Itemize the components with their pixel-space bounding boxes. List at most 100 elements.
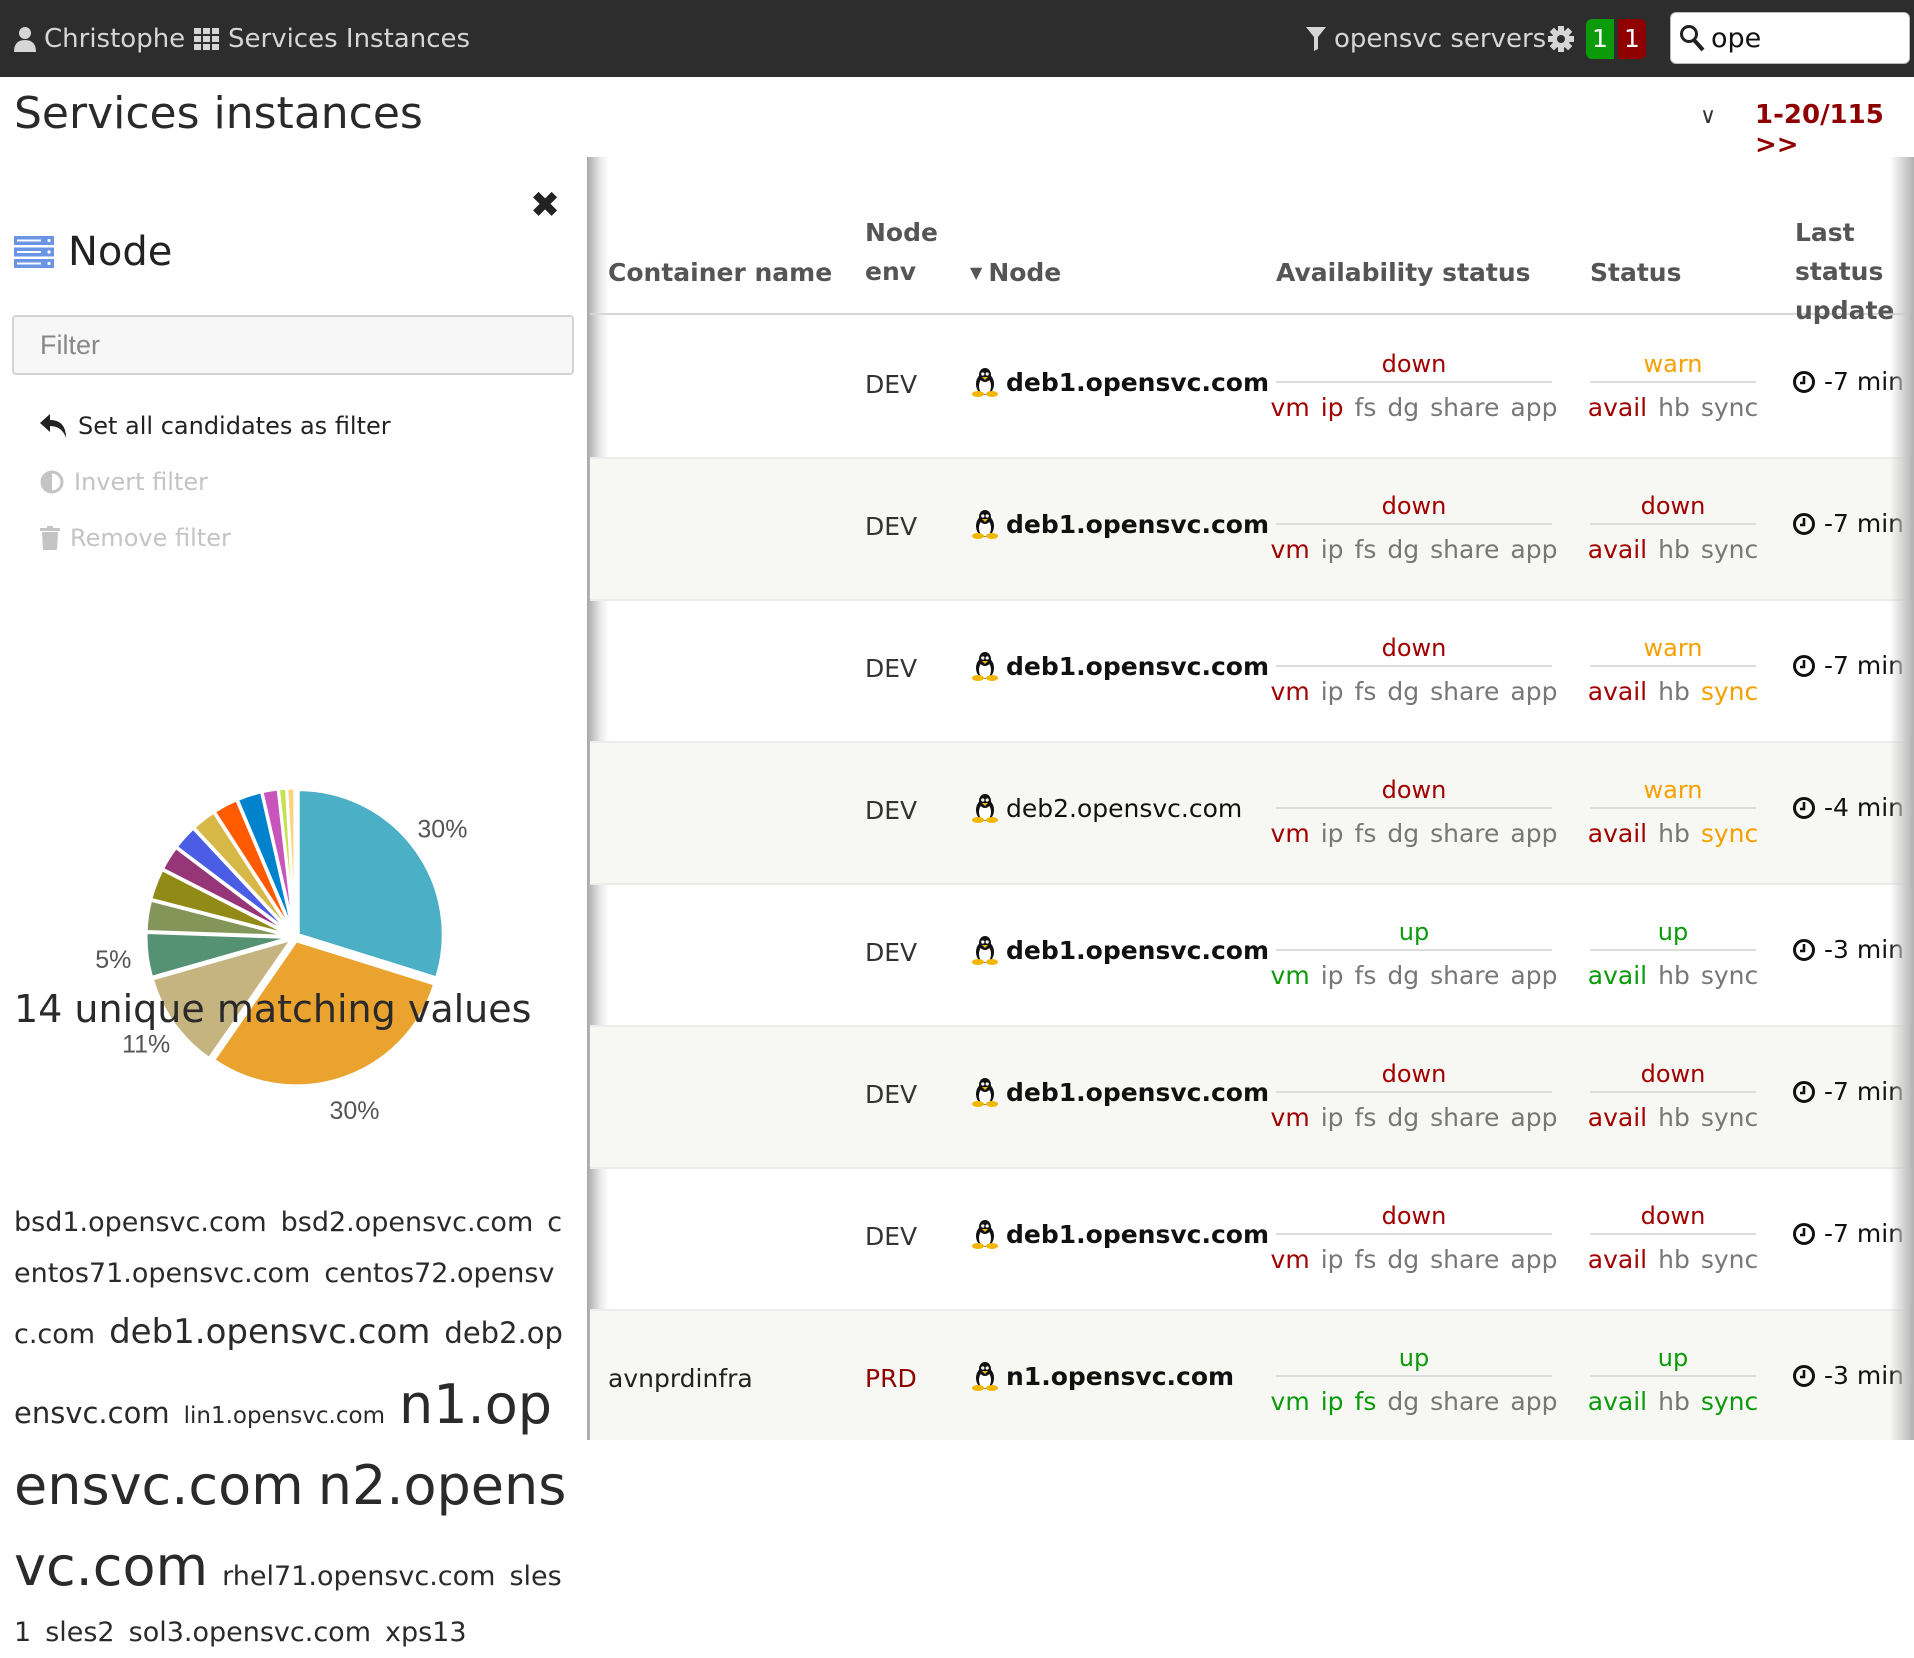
node-cell[interactable]: deb1.opensvc.com <box>972 1219 1269 1249</box>
table-row[interactable]: DEV deb1.opensvc.com down vm ip fs dg share a… <box>590 1169 1914 1311</box>
overall-status-value: up <box>1590 1339 1756 1377</box>
status-avail: avail <box>1587 819 1648 848</box>
table-row[interactable]: DEV deb1.opensvc.com down vm ip fs dg share a… <box>590 601 1914 743</box>
node-env-cell: DEV <box>865 654 918 683</box>
node-value-tag[interactable]: xps13 <box>385 1617 467 1648</box>
status-hb: hb <box>1658 1245 1690 1274</box>
resource-fs-status: fs <box>1354 393 1377 422</box>
value-tag-cloud: bsd1.opensvc.com bsd2.opensvc.com centos71… <box>14 1197 574 1658</box>
linux-tux-icon <box>972 510 998 539</box>
availability-status-cell: down vm ip fs dg share app <box>1271 345 1558 422</box>
resource-ip-status: ip <box>1320 819 1344 848</box>
availability-status-cell: up vm ip fs dg share app <box>1271 1339 1558 1416</box>
resource-app-status: app <box>1510 677 1558 706</box>
availability-status-value: down <box>1276 629 1552 667</box>
error-count-badge[interactable]: 1 <box>1618 18 1646 59</box>
search-input[interactable] <box>1711 22 1891 54</box>
resource-share-status: share <box>1430 1387 1500 1416</box>
availability-status-cell: up vm ip fs dg share app <box>1271 913 1558 990</box>
resource-vm-status: vm <box>1270 1245 1310 1274</box>
resource-dg-status: dg <box>1387 393 1420 422</box>
node-name: deb1.opensvc.com <box>1006 935 1270 965</box>
node-cell[interactable]: deb1.opensvc.com <box>972 651 1269 681</box>
node-value-tag[interactable]: lin1.opensvc.com <box>184 1403 385 1429</box>
remove-filter-label: Remove filter <box>70 524 231 552</box>
table-row[interactable]: DEV deb1.opensvc.com down vm ip fs dg share a… <box>590 317 1914 459</box>
node-cell[interactable]: deb1.opensvc.com <box>972 509 1269 539</box>
availability-status-value: down <box>1276 345 1552 383</box>
table-row[interactable]: DEV deb2.opensvc.com down vm ip fs dg share a… <box>590 743 1914 885</box>
resource-vm-status: vm <box>1270 1103 1310 1132</box>
table-row[interactable]: DEV deb1.opensvc.com up vm ip fs dg share app… <box>590 885 1914 1027</box>
resource-share-status: share <box>1430 535 1500 564</box>
pie-slice-label: 5% <box>95 946 131 974</box>
node-value-tag[interactable]: deb1.opensvc.com <box>109 1312 430 1352</box>
filterset-menu[interactable]: opensvc servers <box>1306 0 1546 77</box>
node-value-tag[interactable]: sol3.opensvc.com <box>129 1617 371 1648</box>
node-value-tag[interactable]: rhel71.opensvc.com <box>222 1561 495 1592</box>
node-cell[interactable]: deb1.opensvc.com <box>972 935 1269 965</box>
overall-status-cell: down avail hb sync <box>1588 487 1758 564</box>
node-cell[interactable]: n1.opensvc.com <box>972 1361 1234 1391</box>
resource-ip-status: ip <box>1320 961 1344 990</box>
node-env-cell: PRD <box>865 1364 917 1393</box>
column-header-status[interactable]: Status <box>1590 253 1681 292</box>
search-box[interactable] <box>1670 12 1910 64</box>
clock-icon <box>1793 370 1815 393</box>
resource-app-status: app <box>1510 1103 1558 1132</box>
pager-toggle-chevron-icon[interactable]: ∨ <box>1700 104 1716 129</box>
alerts-menu[interactable]: 1 1 <box>1548 0 1646 77</box>
invert-filter-button[interactable]: Invert filter <box>40 468 208 496</box>
table-row[interactable]: DEV deb1.opensvc.com down vm ip fs dg share a… <box>590 459 1914 601</box>
clock-icon <box>1793 512 1815 535</box>
set-all-candidates-button[interactable]: Set all candidates as filter <box>40 412 391 440</box>
status-hb: hb <box>1658 535 1690 564</box>
node-name: deb1.opensvc.com <box>1006 509 1270 539</box>
column-header-node[interactable]: ▼ Node <box>970 253 1061 292</box>
top-navbar: Christophe Services Instances opensvc se… <box>0 0 1914 77</box>
remove-filter-button[interactable]: Remove filter <box>40 524 231 552</box>
resource-ip-status: ip <box>1320 677 1344 706</box>
node-name: deb1.opensvc.com <box>1006 367 1270 397</box>
column-header-availability-status[interactable]: Availability status <box>1276 253 1531 292</box>
node-env-cell: DEV <box>865 1222 918 1251</box>
clock-icon <box>1793 654 1815 677</box>
user-menu[interactable]: Christophe <box>14 0 185 77</box>
status-avail: avail <box>1587 677 1648 706</box>
linux-tux-icon <box>972 1078 998 1107</box>
column-header-container-name[interactable]: Container name <box>608 253 832 292</box>
overall-status-cell: warn avail hb sync <box>1587 629 1758 706</box>
resource-ip-status: ip <box>1320 393 1344 422</box>
node-value-tag[interactable]: sles2 <box>45 1617 114 1648</box>
node-cell[interactable]: deb1.opensvc.com <box>972 367 1269 397</box>
resource-vm-status: vm <box>1270 961 1310 990</box>
overall-status-cell: warn avail hb sync <box>1588 345 1758 422</box>
ok-count-badge[interactable]: 1 <box>1586 18 1614 59</box>
app-menu[interactable]: Services Instances <box>194 0 470 77</box>
node-value-tag[interactable]: bsd1.opensvc.com <box>14 1207 267 1238</box>
availability-status-value: up <box>1276 913 1552 951</box>
table-row[interactable]: avnprdinfra PRD n1.opensvc.com up vm ip fs… <box>590 1311 1914 1440</box>
reply-icon <box>40 414 66 438</box>
clock-icon <box>1793 1222 1815 1245</box>
pagination[interactable]: 1-20/115 >> <box>1755 100 1914 160</box>
close-icon[interactable]: ✖ <box>530 185 560 226</box>
resource-fs-status: fs <box>1354 1103 1377 1132</box>
node-value-tag[interactable]: bsd2.opensvc.com <box>281 1207 534 1238</box>
clock-icon <box>1793 1080 1815 1103</box>
resource-status-list: vm ip fs dg share app <box>1271 677 1558 706</box>
table-row[interactable]: DEV deb1.opensvc.com down vm ip fs dg share a… <box>590 1027 1914 1169</box>
status-breakdown-list: avail hb sync <box>1587 677 1758 706</box>
node-cell[interactable]: deb2.opensvc.com <box>972 793 1242 823</box>
resource-vm-status: vm <box>1270 393 1310 422</box>
availability-status-value: down <box>1276 1055 1552 1093</box>
status-avail: avail <box>1587 1387 1648 1416</box>
column-header-node-env[interactable]: Node env <box>865 213 955 291</box>
status-breakdown-list: avail hb sync <box>1588 961 1758 990</box>
availability-status-value: down <box>1276 1197 1552 1235</box>
node-filter-input[interactable] <box>12 315 574 375</box>
node-cell[interactable]: deb1.opensvc.com <box>972 1077 1269 1107</box>
resource-share-status: share <box>1430 1245 1500 1274</box>
resource-status-list: vm ip fs dg share app <box>1271 1245 1558 1274</box>
linux-tux-icon <box>972 794 998 823</box>
